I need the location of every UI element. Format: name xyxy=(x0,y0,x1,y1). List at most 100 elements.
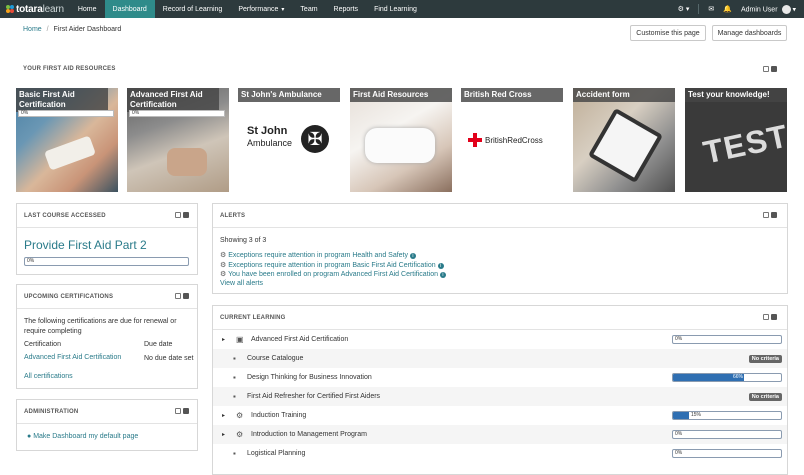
chalkboard-photo-icon: TEST xyxy=(700,117,787,171)
block-collapse-icon[interactable] xyxy=(183,212,189,218)
resource-tile-advanced-first-aid[interactable]: Advanced First Aid Certification 0% xyxy=(127,88,229,192)
expand-arrow-icon[interactable]: ▸ xyxy=(222,412,225,419)
block-config-icon[interactable] xyxy=(175,408,181,414)
tablet-form-photo-icon xyxy=(587,107,664,184)
divider xyxy=(17,308,197,309)
alerts-count: Showing 3 of 3 xyxy=(220,237,267,244)
learning-item-name[interactable]: Advanced First Aid Certification xyxy=(251,336,348,343)
learning-progress-bar: 0% xyxy=(672,335,782,344)
logo-text-light: learn xyxy=(42,3,64,15)
certification-link[interactable]: Advanced First Aid Certification xyxy=(24,354,121,361)
resource-tile-accident-form[interactable]: Accident form xyxy=(573,88,675,192)
learning-row[interactable]: ▪ Logistical Planning 0% xyxy=(213,444,787,463)
nav-reports[interactable]: Reports xyxy=(326,0,367,18)
alert-item[interactable]: ⚙ You have been enrolled on program Adva… xyxy=(220,270,446,278)
block-controls xyxy=(175,408,189,414)
block-title: CURRENT LEARNING xyxy=(220,315,286,321)
nav-record-of-learning[interactable]: Record of Learning xyxy=(155,0,231,18)
customise-page-button[interactable]: Customise this page xyxy=(630,25,706,41)
expand-arrow-icon[interactable]: ▸ xyxy=(222,431,225,438)
learning-row[interactable]: ▪ Course Catalogue No criteria xyxy=(213,349,787,368)
logo-line-2: Ambulance xyxy=(247,138,293,148)
learning-row[interactable]: ▸ ⚙ Introduction to Management Program 0… xyxy=(213,425,787,444)
alert-text[interactable]: You have been enrolled on program Advanc… xyxy=(228,271,438,278)
resource-tile-test-knowledge[interactable]: Test your knowledge! TEST xyxy=(685,88,787,192)
learning-row[interactable]: ▪ Design Thinking for Business Innovatio… xyxy=(213,368,787,387)
block-config-icon[interactable] xyxy=(763,314,769,320)
course-icon: ▪ xyxy=(233,354,236,363)
learning-item-name[interactable]: Introduction to Management Program xyxy=(251,431,367,438)
current-learning-block: CURRENT LEARNING ▸ ▣ Advanced First Aid … xyxy=(212,305,788,475)
learning-row[interactable]: ▪ First Aid Refresher for Certified Firs… xyxy=(213,387,787,406)
nav-performance-label: Performance xyxy=(238,5,279,13)
program-icon: ⚙ xyxy=(236,411,244,420)
divider xyxy=(17,227,197,228)
last-course-block: LAST COURSE ACCESSED Provide First Aid P… xyxy=(16,203,198,275)
totara-logo[interactable]: totaralearn xyxy=(5,4,64,15)
learning-item-name[interactable]: Design Thinking for Business Innovation xyxy=(247,374,372,381)
learning-item-name[interactable]: Induction Training xyxy=(251,412,306,419)
info-icon[interactable]: i xyxy=(439,272,446,278)
block-collapse-icon[interactable] xyxy=(771,66,777,72)
block-config-icon[interactable] xyxy=(763,212,769,218)
program-icon: ⚙ xyxy=(236,430,244,439)
block-collapse-icon[interactable] xyxy=(771,314,777,320)
red-cross-logo-icon xyxy=(468,133,482,147)
learning-item-name[interactable]: Logistical Planning xyxy=(247,450,305,457)
block-config-icon[interactable] xyxy=(175,293,181,299)
course-icon: ▪ xyxy=(233,373,236,382)
bandage-foot-photo-icon xyxy=(365,128,435,163)
notifications-bell-icon[interactable]: 🔔 xyxy=(723,5,732,13)
alert-item[interactable]: ⚙ Exceptions require attention in progra… xyxy=(220,251,416,259)
resource-tile-british-red-cross[interactable]: British Red Cross BritishRedCross xyxy=(461,88,563,192)
user-menu[interactable]: Admin User ▾ xyxy=(741,4,796,14)
breadcrumb-home-link[interactable]: Home xyxy=(23,26,42,33)
resource-tile-first-aid-resources[interactable]: First Aid Resources xyxy=(350,88,452,192)
nav-find-learning[interactable]: Find Learning xyxy=(366,0,425,18)
alert-item[interactable]: ⚙ Exceptions require attention in progra… xyxy=(220,261,444,269)
block-collapse-icon[interactable] xyxy=(183,293,189,299)
nav-performance[interactable]: Performance ▾ xyxy=(230,0,292,18)
admin-link-item[interactable]: ● Make Dashboard my default page xyxy=(27,433,138,440)
red-cross-logo-text: BritishRedCross xyxy=(485,136,543,145)
learning-row[interactable]: ▸ ▣ Advanced First Aid Certification 0% xyxy=(213,330,787,349)
view-all-alerts-link[interactable]: View all alerts xyxy=(220,280,263,287)
program-icon: ⚙ xyxy=(220,271,227,278)
tile-title: Advanced First Aid Certification xyxy=(127,88,219,112)
resource-tile-basic-first-aid[interactable]: Basic First Aid Certification 0% xyxy=(16,88,118,192)
learning-progress-bar: 15% xyxy=(672,411,782,420)
block-collapse-icon[interactable] xyxy=(183,408,189,414)
main-nav: Home Dashboard Record of Learning Perfor… xyxy=(70,0,425,18)
expand-arrow-icon[interactable]: ▸ xyxy=(222,336,225,343)
block-config-icon[interactable] xyxy=(763,66,769,72)
nav-dashboard[interactable]: Dashboard xyxy=(104,0,155,18)
logo-text-bold: totara xyxy=(16,3,43,15)
alert-text[interactable]: Exceptions require attention in program … xyxy=(228,252,408,259)
last-course-link[interactable]: Provide First Aid Part 2 xyxy=(24,238,147,252)
learning-row[interactable]: ▸ ⚙ Induction Training 15% xyxy=(213,406,787,425)
administration-block: ADMINISTRATION ● Make Dashboard my defau… xyxy=(16,399,198,451)
all-certifications-link[interactable]: All certifications xyxy=(24,373,73,380)
info-icon[interactable]: i xyxy=(437,263,444,269)
learning-item-name[interactable]: First Aid Refresher for Certified First … xyxy=(247,393,380,400)
program-icon: ⚙ xyxy=(220,262,227,269)
nav-team[interactable]: Team xyxy=(292,0,325,18)
avatar xyxy=(781,4,791,14)
block-config-icon[interactable] xyxy=(175,212,181,218)
make-default-link[interactable]: Make Dashboard my default page xyxy=(33,433,138,440)
messages-icon[interactable]: ✉ xyxy=(708,5,714,13)
totara-logo-icon xyxy=(6,5,14,13)
nav-home[interactable]: Home xyxy=(70,0,105,18)
settings-gear-icon[interactable]: ⚙ ▾ xyxy=(678,5,690,13)
alert-text[interactable]: Exceptions require attention in program … xyxy=(228,262,435,269)
certification-due-date: No due date set xyxy=(144,355,194,362)
divider xyxy=(213,227,787,228)
manage-dashboards-button[interactable]: Manage dashboards xyxy=(712,25,787,41)
info-icon[interactable]: i xyxy=(409,253,416,259)
block-collapse-icon[interactable] xyxy=(771,212,777,218)
cpr-photo-icon xyxy=(167,148,207,176)
progress-label: 66% xyxy=(733,374,744,380)
resource-tile-st-johns[interactable]: St John's Ambulance St John Ambulance ✠ xyxy=(238,88,340,192)
learning-item-name[interactable]: Course Catalogue xyxy=(247,355,303,362)
progress-label: 0% xyxy=(675,431,683,437)
